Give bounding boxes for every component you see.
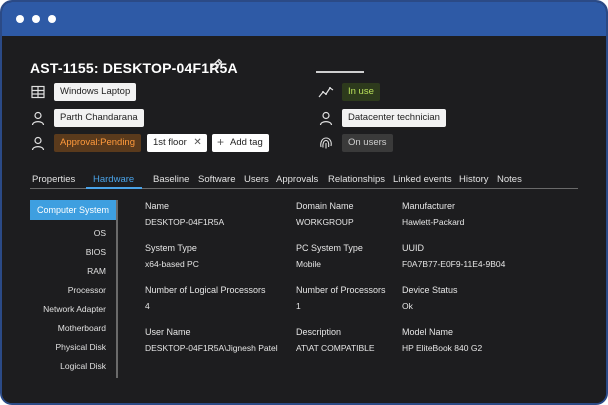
field-value: DESKTOP-04F1R5A xyxy=(145,217,225,227)
user-icon xyxy=(30,135,46,151)
field-value: 4 xyxy=(145,301,150,311)
tab-history[interactable]: History xyxy=(459,174,489,185)
field-label: Number of Logical Processors xyxy=(145,285,266,295)
field-label: System Type xyxy=(145,243,197,253)
field-value: AT\AT COMPATIBLE xyxy=(296,343,375,353)
sidebar-item-processor[interactable]: Processor xyxy=(68,285,106,295)
sidebar-item-physical-disk[interactable]: Physical Disk xyxy=(55,342,106,352)
window-dot-icon xyxy=(48,15,56,23)
divider xyxy=(316,71,364,73)
field-value: HP EliteBook 840 G2 xyxy=(402,343,483,353)
window-titlebar xyxy=(2,2,606,36)
field-value: WORKGROUP xyxy=(296,217,354,227)
close-icon[interactable]: ✕ xyxy=(193,134,201,152)
app-window: AST-1155: DESKTOP-04F1R5A Windows Laptop… xyxy=(0,0,608,405)
activity-icon xyxy=(318,84,334,100)
fingerprint-icon xyxy=(318,135,334,151)
window-dot-icon xyxy=(16,15,24,23)
sidebar-item-motherboard[interactable]: Motherboard xyxy=(58,323,106,333)
asset-detail: AST-1155: DESKTOP-04F1R5A Windows Laptop… xyxy=(2,36,606,403)
windows-grid-icon xyxy=(30,84,46,100)
sidebar-divider xyxy=(116,200,118,378)
tab-notes[interactable]: Notes xyxy=(497,174,522,185)
tab-users[interactable]: Users xyxy=(244,174,269,185)
field-value: DESKTOP-04F1R5A\Jignesh Patel xyxy=(145,343,278,353)
tab-properties[interactable]: Properties xyxy=(32,174,75,185)
tab-active-indicator xyxy=(86,187,142,189)
tab-hardware[interactable]: Hardware xyxy=(93,174,134,185)
pencil-icon[interactable] xyxy=(208,57,224,73)
sidebar-item-logical-disk[interactable]: Logical Disk xyxy=(60,361,106,371)
approval-status-badge[interactable]: Approval:Pending xyxy=(54,134,141,152)
field-label: UUID xyxy=(402,243,424,253)
add-tag-label: Add tag xyxy=(230,137,263,148)
field-label: Device Status xyxy=(402,285,458,295)
field-value: 1 xyxy=(296,301,301,311)
sidebar-item-ram[interactable]: RAM xyxy=(87,266,106,276)
field-label: Name xyxy=(145,201,170,211)
department-chip[interactable]: Datacenter technician xyxy=(342,109,446,127)
plus-icon: + xyxy=(217,135,225,149)
field-value: Hawlett-Packard xyxy=(402,217,465,227)
user-icon xyxy=(318,110,334,126)
tag-chip[interactable]: 1st floor ✕ xyxy=(147,134,207,152)
field-value: x64-based PC xyxy=(145,259,199,269)
field-value: F0A7B77-E0F9-11E4-9B04 xyxy=(402,259,506,269)
hardware-sidebar: Computer System OS BIOS RAM Processor Ne… xyxy=(30,200,118,378)
tab-relationships[interactable]: Relationships xyxy=(328,174,385,185)
add-tag-button[interactable]: + Add tag xyxy=(212,134,269,152)
field-label: Number of Processors xyxy=(296,285,386,295)
field-label: Manufacturer xyxy=(402,201,456,211)
window-dot-icon xyxy=(32,15,40,23)
sidebar-item-network-adapter[interactable]: Network Adapter xyxy=(43,304,106,314)
site-chip[interactable]: On users xyxy=(342,134,393,152)
tab-baseline[interactable]: Baseline xyxy=(153,174,189,185)
field-label: User Name xyxy=(145,327,191,337)
user-chip[interactable]: Parth Chandarana xyxy=(54,109,144,127)
page-title: AST-1155: DESKTOP-04F1R5A xyxy=(30,60,238,76)
field-label: Description xyxy=(296,327,342,337)
field-label: PC System Type xyxy=(296,243,363,253)
field-label: Model Name xyxy=(402,327,454,337)
tab-software[interactable]: Software xyxy=(198,174,236,185)
sidebar-item-bios[interactable]: BIOS xyxy=(86,247,106,257)
tag-label: 1st floor xyxy=(153,137,187,148)
field-label: Domain Name xyxy=(296,201,354,211)
sidebar-item-computer-system[interactable]: Computer System xyxy=(30,200,118,220)
asset-type-chip[interactable]: Windows Laptop xyxy=(54,83,137,101)
user-icon xyxy=(30,110,46,126)
sidebar-item-os[interactable]: OS xyxy=(94,228,106,238)
tab-approvals[interactable]: Approvals xyxy=(276,174,318,185)
field-value: Mobile xyxy=(296,259,322,269)
state-badge[interactable]: In use xyxy=(342,83,380,101)
tab-linked-events[interactable]: Linked events xyxy=(393,174,452,185)
field-value: Ok xyxy=(402,301,413,311)
